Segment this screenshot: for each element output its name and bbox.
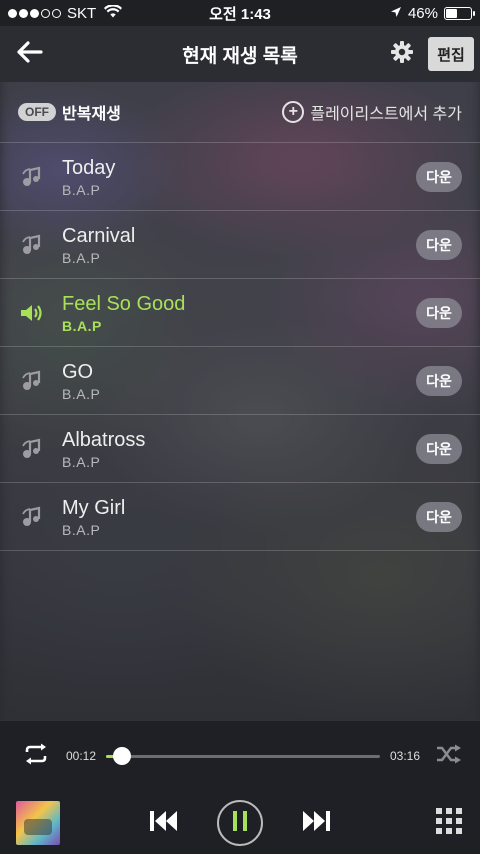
speaker-icon: [20, 303, 60, 323]
total-duration: 03:16: [389, 749, 420, 763]
track-list: Today B.A.P 다운 Carnival B.A.P 다운 Feel So Good B…: [0, 142, 480, 551]
skip-previous-icon: [149, 809, 179, 838]
settings-button[interactable]: [382, 26, 422, 82]
status-bar: SKT 오전 1:43 46%: [0, 0, 480, 26]
track-title: My Girl: [62, 496, 126, 519]
track-artist: B.A.P: [62, 249, 101, 266]
repeat-icon: [22, 743, 50, 770]
track-row[interactable]: Albatross B.A.P 다운: [0, 415, 480, 483]
signal-strength-icon: [8, 8, 61, 18]
seek-thumb[interactable]: [113, 747, 132, 765]
track-row[interactable]: Feel So Good B.A.P 다운: [0, 279, 480, 347]
track-title: Today: [62, 156, 116, 179]
track-title: GO: [62, 360, 94, 383]
menu-button[interactable]: [436, 807, 462, 839]
plus-circle-icon: +: [282, 101, 305, 123]
edit-button[interactable]: 편집: [428, 37, 474, 71]
album-cover-thumbnail[interactable]: [16, 801, 60, 845]
repeat-button[interactable]: [22, 743, 50, 770]
skip-next-icon: [301, 809, 331, 838]
shuffle-button[interactable]: [436, 744, 462, 769]
playlist-toolbar: OFF 반복재생 + 플레이리스트에서 추가: [0, 82, 480, 142]
download-button[interactable]: 다운: [416, 433, 462, 464]
previous-button[interactable]: [149, 809, 179, 838]
header: 현재 재생 목록 편집: [0, 26, 480, 82]
download-button[interactable]: 다운: [416, 161, 462, 192]
add-from-playlist-label: 플레이리스트에서 추가: [310, 106, 462, 123]
music-note-icon: [20, 234, 60, 256]
track-row[interactable]: Carnival B.A.P 다운: [0, 211, 480, 279]
back-arrow-icon: [17, 40, 43, 68]
music-note-icon: [20, 438, 60, 460]
music-note-icon: [20, 370, 60, 392]
battery-percent: 46%: [407, 4, 438, 22]
repeat-toggle[interactable]: OFF: [18, 103, 56, 121]
battery-icon: [444, 6, 475, 20]
next-button[interactable]: [301, 809, 331, 838]
music-note-icon: [20, 166, 60, 188]
back-button[interactable]: [0, 26, 60, 82]
seek-bar[interactable]: [106, 747, 380, 765]
elapsed-time: 00:12: [66, 749, 97, 763]
repeat-label[interactable]: 반복재생: [62, 100, 121, 124]
track-artist: B.A.P: [62, 385, 101, 402]
track-row[interactable]: My Girl B.A.P 다운: [0, 483, 480, 551]
mini-player: 00:12 03:16: [0, 720, 480, 854]
download-button[interactable]: 다운: [416, 229, 462, 260]
track-row[interactable]: Today B.A.P 다운: [0, 143, 480, 211]
location-arrow-icon: [390, 5, 402, 22]
download-button[interactable]: 다운: [416, 501, 462, 532]
track-title: Feel So Good: [62, 292, 186, 315]
gear-icon: [390, 40, 414, 69]
track-artist: B.A.P: [62, 521, 101, 538]
add-from-playlist-button[interactable]: + 플레이리스트에서 추가: [282, 100, 462, 124]
download-button[interactable]: 다운: [416, 365, 462, 396]
carrier-label: SKT: [67, 4, 97, 22]
shuffle-icon: [436, 744, 462, 769]
track-artist: B.A.P: [62, 317, 102, 334]
track-row[interactable]: GO B.A.P 다운: [0, 347, 480, 415]
grid-menu-icon: [436, 807, 462, 839]
track-artist: B.A.P: [62, 181, 101, 198]
music-note-icon: [20, 506, 60, 528]
wifi-icon: [104, 3, 123, 22]
pause-button[interactable]: [217, 800, 263, 846]
track-title: Carnival: [62, 224, 136, 247]
track-artist: B.A.P: [62, 453, 101, 470]
track-title: Albatross: [62, 428, 146, 451]
download-button[interactable]: 다운: [416, 297, 462, 328]
pause-icon: [232, 810, 248, 836]
